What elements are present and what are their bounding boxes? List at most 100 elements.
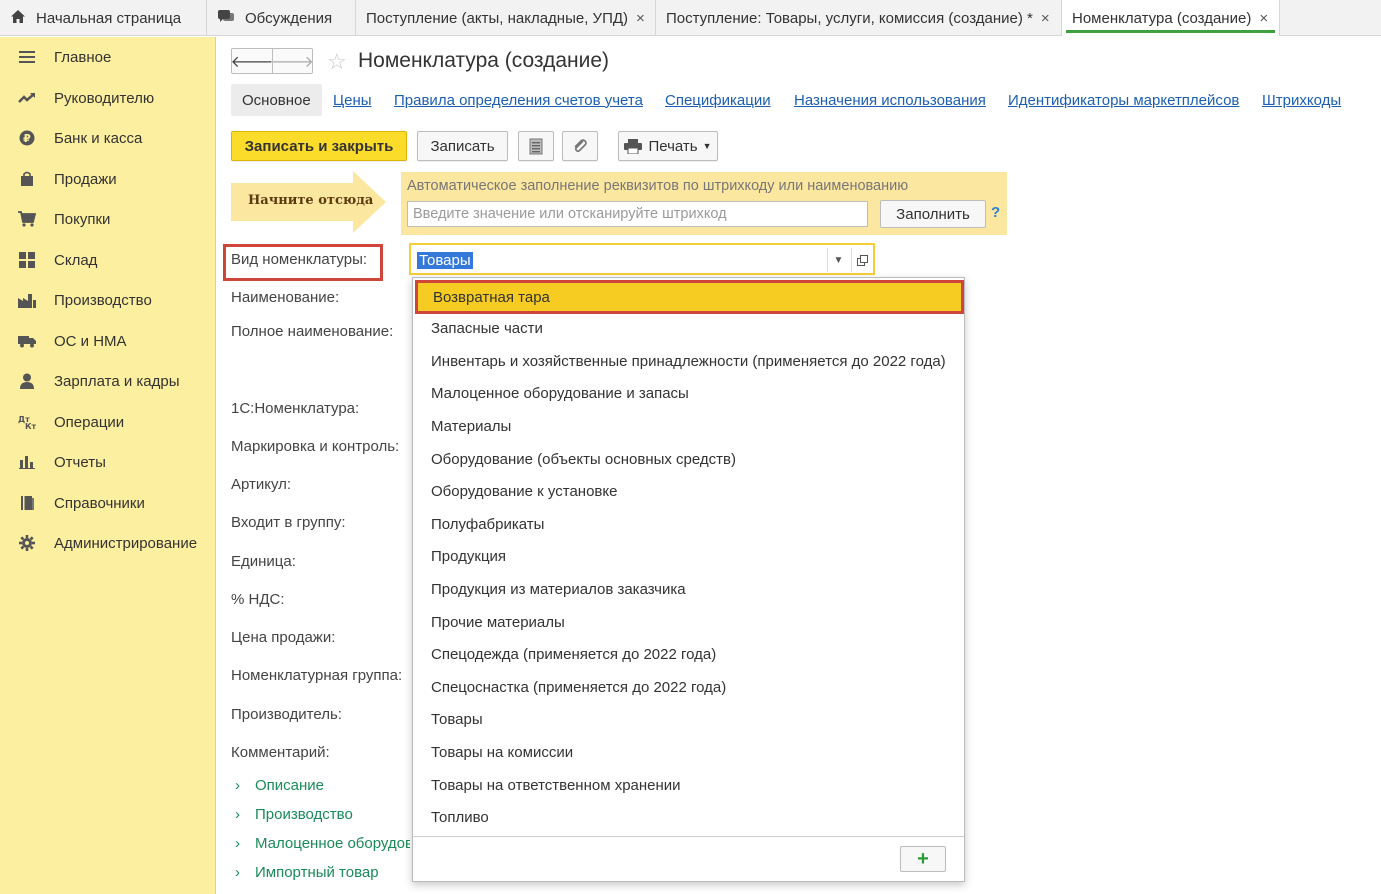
tab-receipts-list[interactable]: Поступление (акты, накладные, УПД) × (356, 0, 656, 36)
dropdown-item[interactable]: Спецодежда (применяется до 2022 года) (413, 638, 964, 670)
sidebar-item-label: Покупки (54, 210, 111, 228)
sidebar-item-label: Банк и касса (54, 129, 143, 147)
tab-bar: Начальная страница Обсуждения Поступлени… (0, 0, 1381, 36)
dropdown-item[interactable]: Товары на ответственном хранении (413, 769, 964, 801)
dropdown-item[interactable]: Продукция из материалов заказчика (413, 573, 964, 605)
sidebar-item-operations[interactable]: Дт Кт Операции (0, 404, 216, 440)
sidebar-item-salary[interactable]: Зарплата и кадры (0, 363, 216, 399)
chevron-right-icon: › (235, 835, 240, 852)
close-icon[interactable]: × (1041, 10, 1050, 27)
dropdown-item[interactable]: Инвентарь и хозяйственные принадлежности… (413, 345, 964, 377)
chat-icon (217, 9, 235, 28)
tab-marketplace-ids[interactable]: Идентификаторы маркетплейсов (1008, 84, 1239, 116)
gear-icon (18, 534, 36, 552)
sidebar-item-manager[interactable]: Руководителю (0, 80, 216, 116)
svg-text:Кт: Кт (25, 422, 36, 430)
tab-usage-purposes[interactable]: Назначения использования (794, 84, 986, 116)
close-icon[interactable]: × (636, 10, 645, 27)
warehouse-grid-icon (18, 251, 36, 269)
truck-icon (18, 332, 36, 350)
group-description[interactable]: › Описание (235, 777, 415, 794)
sidebar-item-label: Администрирование (54, 534, 198, 552)
start-here-hint: Начните отсюда (231, 171, 386, 233)
tab-discussions[interactable]: Обсуждения (207, 0, 356, 36)
sidebar-item-warehouse[interactable]: Склад (0, 242, 216, 278)
print-label: Печать (648, 137, 698, 155)
forward-button[interactable]: 🡒 (271, 49, 314, 73)
kind-dropdown: Возвратная тара Запасные части Инвентарь… (412, 277, 965, 882)
printer-icon (624, 138, 643, 154)
sidebar-item-fixed-assets[interactable]: ОС и НМА (0, 323, 216, 359)
autofill-hint: Автоматическое заполнение реквизитов по … (407, 178, 909, 194)
tab-main[interactable]: Основное (231, 84, 322, 116)
save-button[interactable]: Записать (417, 131, 508, 161)
sidebar-item-production[interactable]: Производство (0, 282, 216, 318)
dropdown-item[interactable]: Прочие материалы (413, 606, 964, 638)
onec-nomenclature-label: 1С:Номенклатура: (231, 400, 360, 417)
chevron-right-icon: › (235, 806, 240, 823)
dropdown-item[interactable]: Продукция (413, 540, 964, 572)
sidebar-item-label: Операции (54, 413, 125, 431)
bar-chart-icon (18, 453, 36, 471)
close-icon[interactable]: × (1259, 10, 1268, 27)
dropdown-item[interactable]: Товары (413, 703, 964, 735)
group-label: Описание (255, 777, 325, 794)
full-name-label: Полное наименование: (231, 323, 394, 340)
sidebar-item-label: Зарплата и кадры (54, 372, 180, 390)
tab-barcodes[interactable]: Штрихкоды (1262, 84, 1341, 116)
page-title: Номенклатура (создание) (358, 49, 610, 72)
unit-label: Единица: (231, 553, 296, 570)
tab-prices[interactable]: Цены (333, 84, 372, 116)
dropdown-item[interactable]: Малоценное оборудование и запасы (413, 377, 964, 409)
sidebar-item-main[interactable]: Главное (0, 39, 216, 75)
sidebar-item-label: Главное (54, 48, 112, 66)
group-production[interactable]: › Производство (235, 806, 415, 823)
tab-account-rules[interactable]: Правила определения счетов учета (394, 84, 643, 116)
tab-receipt-create[interactable]: Поступление: Товары, услуги, комиссия (с… (656, 0, 1062, 36)
save-and-close-button[interactable]: Записать и закрыть (231, 131, 407, 161)
back-button[interactable]: 🡐 (231, 49, 274, 73)
ruble-coin-icon: ₽ (18, 129, 36, 147)
dropdown-item[interactable]: Топливо (413, 801, 964, 833)
document-icon[interactable] (518, 131, 554, 161)
tab-home[interactable]: Начальная страница (0, 0, 207, 36)
favorite-star-icon[interactable]: ☆ (327, 49, 347, 75)
group-label: Производство (255, 806, 353, 823)
sidebar-item-label: ОС и НМА (54, 332, 127, 350)
open-icon[interactable] (851, 248, 873, 272)
dropdown-item[interactable]: Полуфабрикаты (413, 508, 964, 540)
sidebar-item-bank[interactable]: ₽ Банк и касса (0, 120, 216, 156)
chevron-down-icon[interactable]: ▼ (827, 248, 849, 272)
dropdown-item[interactable]: Спецоснастка (применяется до 2022 года) (413, 671, 964, 703)
marking-label: Маркировка и контроль: (231, 438, 400, 455)
sidebar-item-purchases[interactable]: Покупки (0, 201, 216, 237)
dropdown-item[interactable]: Материалы (413, 410, 964, 442)
group-label: Импортный товар (255, 864, 379, 881)
article-label: Артикул: (231, 476, 292, 493)
dropdown-item[interactable]: Товары на комиссии (413, 736, 964, 768)
sidebar-item-reports[interactable]: Отчеты (0, 444, 216, 480)
attachment-icon[interactable] (562, 131, 598, 161)
kind-input[interactable]: Товары ▼ (409, 243, 875, 275)
fill-button[interactable]: Заполнить (880, 200, 986, 228)
dropdown-item[interactable]: Оборудование к установке (413, 475, 964, 507)
group-imported-goods[interactable]: › Импортный товар (235, 864, 415, 881)
group-low-value-equipment[interactable]: › Малоценное оборудование (235, 835, 410, 852)
tab-specifications[interactable]: Спецификации (665, 84, 771, 116)
sidebar-item-label: Справочники (54, 494, 145, 512)
add-item-button[interactable]: + (900, 846, 946, 872)
sidebar-item-admin[interactable]: Администрирование (0, 525, 216, 561)
help-icon[interactable]: ? (991, 204, 1000, 221)
sidebar-item-sales[interactable]: Продажи (0, 161, 216, 197)
sidebar-item-directories[interactable]: Справочники (0, 485, 216, 521)
manufacturer-label: Производитель: (231, 706, 342, 723)
dropdown-item[interactable]: Возвратная тара (415, 280, 964, 314)
sidebar-item-label: Руководителю (54, 89, 155, 107)
print-button[interactable]: Печать ▼ (618, 131, 718, 161)
kind-label: Вид номенклатуры: (231, 251, 368, 268)
dropdown-item[interactable]: Запасные части (413, 312, 964, 344)
bag-icon (18, 170, 36, 188)
dropdown-item[interactable]: Оборудование (объекты основных средств) (413, 443, 964, 475)
barcode-search-input[interactable]: Введите значение или отсканируйте штрихк… (407, 201, 868, 227)
tab-nomenclature-create[interactable]: Номенклатура (создание) × (1062, 0, 1280, 36)
